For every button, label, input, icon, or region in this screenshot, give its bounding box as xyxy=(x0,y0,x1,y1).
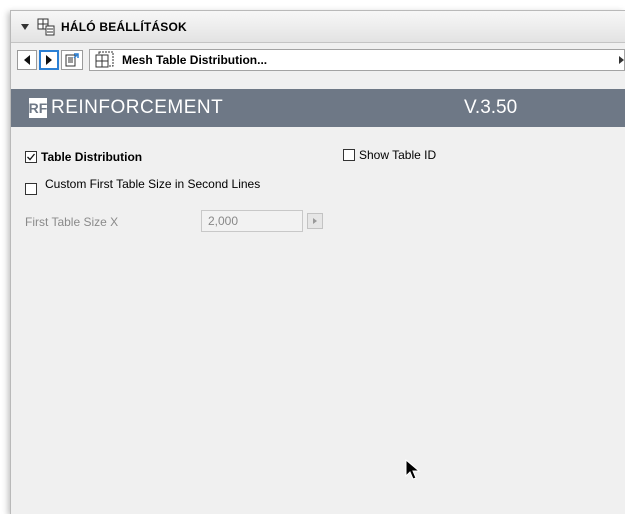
show-table-id-label: Show Table ID xyxy=(359,148,437,162)
mesh-table-icon xyxy=(94,51,116,69)
collapse-arrow-icon[interactable] xyxy=(21,23,29,30)
navigation-bar: Mesh Table Distribution... xyxy=(17,48,625,72)
version-label: V.3.50 xyxy=(464,97,518,118)
checkmark-icon xyxy=(27,153,36,161)
arrow-right-icon xyxy=(46,55,52,65)
table-distribution-label: Table Distribution xyxy=(41,150,143,164)
next-button[interactable] xyxy=(39,50,59,70)
mouse-cursor-icon xyxy=(405,459,421,480)
section-header[interactable]: HÁLÓ BEÁLLÍTÁSOK xyxy=(11,11,625,43)
settings-panel: HÁLÓ BEÁLLÍTÁSOK Mesh Table Distribution… xyxy=(10,10,625,514)
show-table-id-option[interactable]: Show Table ID xyxy=(343,148,436,162)
parameter-selector-label: Mesh Table Distribution... xyxy=(122,53,268,67)
table-distribution-option[interactable]: Table Distribution xyxy=(25,150,142,164)
stepper-arrow-icon xyxy=(313,218,317,224)
export-icon xyxy=(65,53,79,67)
arrow-left-icon xyxy=(24,55,30,65)
parameter-selector[interactable]: Mesh Table Distribution... xyxy=(89,49,625,71)
first-table-size-x-input: 2,000 xyxy=(201,210,303,232)
previous-button[interactable] xyxy=(17,50,37,70)
first-table-size-x-stepper xyxy=(307,213,323,229)
brand-banner: RF REINFORCEMENT V.3.50 xyxy=(11,89,625,127)
reinforcement-logo: RF xyxy=(28,98,48,118)
dropdown-arrow-icon xyxy=(619,56,624,64)
first-table-size-x-label: First Table Size X xyxy=(25,215,119,229)
show-table-id-checkbox[interactable] xyxy=(343,149,355,161)
mesh-settings-icon xyxy=(37,18,55,36)
custom-first-table-checkbox[interactable] xyxy=(25,183,37,195)
section-title: HÁLÓ BEÁLLÍTÁSOK xyxy=(61,19,187,34)
export-button[interactable] xyxy=(61,50,83,70)
brand-name: REINFORCEMENT xyxy=(51,97,224,118)
table-distribution-checkbox[interactable] xyxy=(25,151,37,163)
custom-first-table-label: Custom First Table Size in Second Lines xyxy=(45,177,261,191)
custom-first-table-option[interactable] xyxy=(25,183,37,195)
